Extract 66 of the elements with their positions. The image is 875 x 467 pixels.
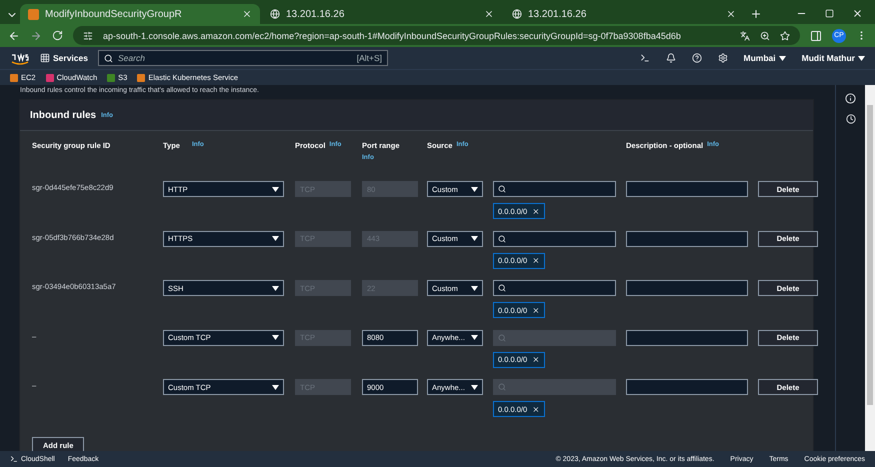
caret-icon: [272, 186, 279, 192]
globe-icon: [512, 9, 522, 19]
caret-icon: [471, 286, 478, 290]
bell-icon[interactable]: [666, 53, 676, 63]
search-icon: [498, 234, 506, 242]
services-menu[interactable]: Services: [40, 53, 88, 63]
description-field[interactable]: [626, 280, 748, 296]
caret-icon: [272, 236, 279, 241]
search-field[interactable]: Search [Alt+S]: [98, 50, 388, 66]
caret-icon: [272, 286, 279, 290]
remove-icon[interactable]: [532, 256, 540, 265]
site-settings-icon[interactable]: [83, 30, 93, 40]
remove-icon[interactable]: [532, 404, 540, 414]
close-icon[interactable]: [242, 9, 252, 19]
translate-icon[interactable]: [740, 30, 750, 40]
description-field[interactable]: [626, 181, 748, 197]
new-tab-icon[interactable]: [750, 8, 762, 20]
info-icon[interactable]: [845, 93, 856, 104]
region-menu[interactable]: Mumbai: [744, 53, 786, 63]
clock-icon[interactable]: [846, 114, 856, 124]
caret-icon: [858, 56, 865, 60]
caret-icon: [471, 335, 478, 340]
scrollbar-thumb[interactable]: [867, 105, 873, 405]
reload-icon[interactable]: [52, 30, 63, 41]
logo-icon[interactable]: [10, 51, 30, 65]
search-icon: [498, 284, 506, 292]
address-bar[interactable]: ap-south-1.console.aws.amazon.com/ec2/home?region=ap-south-1#ModifyInboundSecurityGroupRules:securityGroupId=sg-0f7ba9308fba45d6b: [73, 26, 800, 45]
terminal-icon: [10, 455, 18, 463]
cidr-search-field[interactable]: [493, 280, 616, 296]
browser-tab[interactable]: ModifyInboundSecurityGroupR: [20, 4, 260, 24]
search-icon: [498, 185, 506, 193]
description-field[interactable]: [626, 379, 748, 395]
caret-icon: [471, 236, 478, 241]
browser-tab[interactable]: 13.201.16.26: [504, 4, 744, 24]
cidr-search-field[interactable]: [493, 230, 616, 246]
settings-icon[interactable]: [718, 53, 728, 63]
caret-icon: [471, 384, 478, 390]
maximize-icon[interactable]: [825, 8, 834, 18]
search-icon: [498, 383, 506, 391]
browser-tab[interactable]: 13.201.16.26: [262, 4, 502, 24]
grid-icon: [40, 53, 50, 63]
side-panel-icon[interactable]: [810, 30, 822, 42]
account-menu[interactable]: Mudit Mathur: [802, 53, 865, 63]
caret-icon: [778, 56, 786, 60]
remove-icon[interactable]: [532, 306, 540, 314]
back-icon[interactable]: [8, 30, 20, 42]
search-icon: [498, 334, 506, 342]
close-icon[interactable]: [484, 9, 494, 19]
description-field[interactable]: [626, 330, 748, 346]
caret-icon: [272, 335, 279, 340]
panel-title: Inbound rules: [30, 110, 96, 120]
search-icon: [104, 54, 113, 62]
remove-icon[interactable]: [532, 355, 540, 364]
close-icon[interactable]: [852, 8, 863, 18]
description-field[interactable]: [626, 230, 748, 246]
help-icon[interactable]: [692, 53, 702, 63]
remove-icon[interactable]: [532, 206, 540, 216]
star-icon[interactable]: [780, 30, 790, 40]
cidr-search-field[interactable]: [493, 181, 616, 197]
zoom-icon[interactable]: [760, 30, 770, 40]
caret-icon: [471, 186, 478, 192]
tab-favicon-icon: [28, 8, 39, 20]
terminal-icon[interactable]: [640, 53, 650, 63]
globe-icon: [270, 9, 280, 19]
caret-icon: [272, 384, 279, 390]
close-icon[interactable]: [726, 9, 736, 19]
